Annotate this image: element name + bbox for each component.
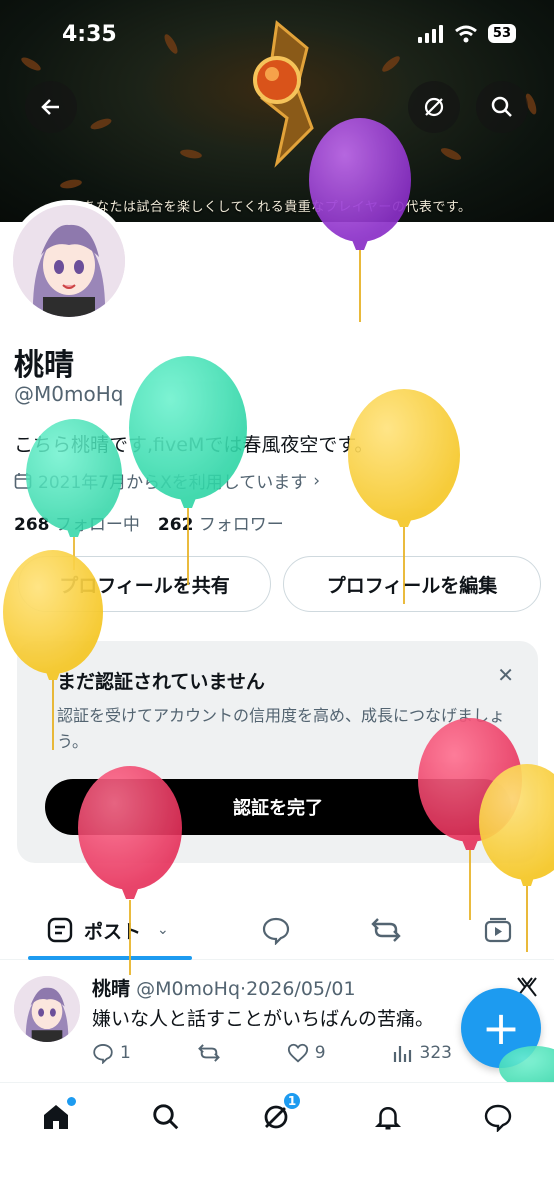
repost-button[interactable]: [197, 1042, 221, 1064]
tab-media[interactable]: [484, 902, 512, 958]
notification-badge: 1: [282, 1091, 302, 1111]
bell-icon: [374, 1106, 402, 1130]
grok-icon: [424, 97, 444, 117]
nav-messages[interactable]: [478, 1097, 518, 1137]
post-date: 2026/05/01: [246, 978, 356, 1000]
like-button[interactable]: 9: [287, 1042, 326, 1064]
reply-icon: [262, 917, 290, 945]
search-icon: [491, 96, 512, 117]
close-icon[interactable]: ✕: [497, 663, 514, 687]
chevron-right-icon: ›: [313, 470, 321, 491]
video-icon: [484, 917, 512, 943]
home-indicator-dot: [67, 1097, 76, 1106]
wifi-icon: [454, 25, 477, 42]
chat-icon: [484, 1104, 512, 1132]
post-author-name: 桃晴: [92, 978, 131, 1000]
post-text: 嫌いな人と話すことがいちばんの苦痛。: [92, 1008, 435, 1030]
tab-reposts[interactable]: [370, 902, 402, 958]
post-header: 桃晴 @M0moHq·2026/05/01: [92, 978, 356, 1000]
views-button[interactable]: 323: [392, 1042, 452, 1064]
profile-bio: こちら桃晴です,fiveMでは春風夜空です。: [14, 434, 374, 456]
calendar-icon: [14, 472, 32, 489]
search-button[interactable]: [476, 81, 528, 133]
plus-icon: +: [481, 1001, 521, 1055]
home-icon: [44, 1105, 68, 1129]
compose-post-button[interactable]: +: [461, 988, 541, 1068]
status-bar: 4:35 53: [0, 0, 554, 70]
search-icon: [153, 1104, 179, 1130]
active-tab-indicator: [28, 956, 192, 960]
bottom-navigation: 1: [0, 1082, 554, 1199]
view-count: 323: [419, 1043, 452, 1063]
reply-icon: [93, 1044, 113, 1064]
joined-date[interactable]: 2021年7月からXを利用しています ›: [14, 468, 320, 493]
tab-posts-label: ポスト: [84, 920, 142, 943]
repost-icon: [197, 1044, 220, 1062]
reply-button[interactable]: 1: [92, 1042, 131, 1064]
verification-text: 認証を受けてアカウントの信用度を高め、成長につなげましょう。: [57, 706, 506, 751]
tab-replies[interactable]: [261, 902, 291, 958]
status-time: 4:35: [62, 22, 117, 47]
battery-indicator: 53: [487, 24, 516, 43]
profile-tabs: ポスト ⌄: [0, 902, 554, 960]
repost-icon: [371, 918, 401, 942]
chevron-down-icon: ⌄: [157, 922, 169, 938]
nav-home[interactable]: [36, 1097, 76, 1137]
nav-notifications[interactable]: [368, 1097, 408, 1137]
reply-count: 1: [120, 1043, 131, 1063]
follow-stats: 268 フォロー中 262 フォロワー: [14, 510, 284, 535]
nav-explore[interactable]: [146, 1097, 186, 1137]
following-link[interactable]: 268 フォロー中: [14, 510, 140, 535]
arrow-left-icon: [41, 99, 59, 115]
nav-grok[interactable]: 1: [256, 1091, 302, 1137]
post-avatar[interactable]: [14, 976, 80, 1042]
signal-icon: [417, 24, 443, 43]
complete-verification-button[interactable]: 認証を完了: [45, 779, 511, 835]
verification-card: まだ認証されていません 認証を受けてアカウントの信用度を高め、成長につなげましょ…: [17, 641, 538, 863]
post-actions: 1 9 323: [92, 1042, 452, 1064]
grok-button[interactable]: [408, 81, 460, 133]
edit-profile-button[interactable]: プロフィールを編集: [283, 556, 541, 612]
back-button[interactable]: [25, 81, 77, 133]
tab-posts[interactable]: ポスト ⌄: [46, 902, 169, 958]
followers-link[interactable]: 262 フォロワー: [158, 510, 284, 535]
profile-handle: @M0moHq: [14, 382, 124, 406]
heart-icon: [287, 1043, 308, 1063]
posts-icon: [47, 917, 73, 943]
like-count: 9: [314, 1043, 326, 1063]
analytics-icon: [393, 1046, 411, 1062]
share-profile-button[interactable]: プロフィールを共有: [18, 556, 271, 612]
post-author-handle: @M0moHq: [136, 978, 241, 1000]
joined-text: 2021年7月からXを利用しています: [38, 473, 308, 493]
verification-title: まだ認証されていません: [57, 671, 265, 693]
anime-avatar-image: [14, 976, 80, 1042]
anime-avatar-image: [13, 205, 125, 317]
profile-avatar[interactable]: [8, 200, 130, 322]
profile-name: 桃晴: [14, 348, 74, 383]
